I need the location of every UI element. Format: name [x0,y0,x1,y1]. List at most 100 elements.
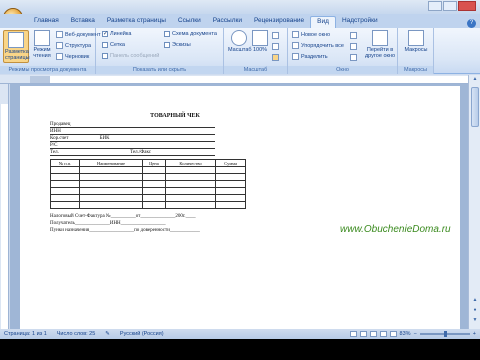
tab-view[interactable]: Вид [310,16,336,28]
ribbon-tabs: Главная Вставка Разметка страницы Ссылки… [0,14,480,28]
switch-windows-button[interactable]: Перейти в другое окно [364,30,396,59]
vertical-ruler[interactable] [0,84,9,329]
status-right: 83% − + [349,331,480,337]
side-by-side-icon[interactable] [350,32,357,39]
reading-mode-button[interactable]: Режим чтения [31,30,53,59]
arrange-all-button[interactable]: Упорядочить все [292,42,344,49]
draft-icon [56,53,63,60]
prev-page-icon[interactable]: ▲ [470,297,480,305]
new-window-button[interactable]: Новое окно [292,31,330,38]
table-header: Количество [164,159,217,167]
table-row[interactable] [49,194,246,202]
page-layout-icon [8,32,24,48]
zoom-slider[interactable] [419,331,470,337]
switch-windows-label: Перейти в другое окно [364,47,396,59]
help-icon[interactable]: ? [467,19,476,28]
zoom-in-icon[interactable]: + [473,331,476,337]
draft-button[interactable]: Черновик [56,53,89,60]
scroll-thumb[interactable] [471,87,479,127]
status-word-count[interactable]: Число слов: 25 [57,331,96,337]
doc-map-checkbox[interactable]: Схема документа [164,31,217,37]
macros-icon [408,30,424,46]
close-button[interactable] [458,1,476,11]
arrange-all-label: Упорядочить все [301,42,344,49]
table-row[interactable] [49,166,246,174]
arrange-all-icon [292,42,299,49]
view-reading-icon[interactable] [359,331,367,337]
zoom-label: Масштаб [228,47,252,53]
thumbnails-checkbox[interactable]: Эскизы [164,42,191,48]
status-language[interactable]: Русский (Россия) [120,331,164,337]
tab-home[interactable]: Главная [28,16,65,28]
table-row[interactable] [49,173,246,181]
window-controls [428,1,476,11]
grid-checkbox[interactable]: Сетка [102,42,125,48]
zoom-level[interactable]: 83% [400,331,411,337]
tab-page-layout[interactable]: Разметка страницы [101,16,172,28]
group-label-window: Окно [288,66,397,74]
footer-invoice-label: Налоговый Счет-Фактура № [50,214,111,219]
footer-year-label: 200 [175,214,183,219]
word-window: Главная Вставка Разметка страницы Ссылки… [0,0,480,360]
field-rs: Р/С [50,142,215,149]
vertical-scrollbar[interactable]: ▲ ▲ ● ▼ [468,75,480,329]
message-bar-checkbox[interactable]: Панель сообщений [102,53,159,59]
footer-destination-line: Пунки назначения__________________по дов… [50,228,200,233]
field-phone: Тел. Тел./Факс [50,149,215,156]
maximize-button[interactable] [443,1,457,11]
footer-from-label: от [135,214,141,219]
field-inn-label: ИНН [50,129,61,134]
macros-label: Макросы [404,47,428,53]
tab-addins[interactable]: Надстройки [336,16,384,28]
document-page[interactable]: ТОВАРНЫЙ ЧЕК Продавец ИНН Кор.счет БИК Р… [20,86,460,329]
two-pages-icon[interactable] [272,43,279,50]
table-row[interactable] [49,180,246,188]
group-label-macros: Макросы [398,66,433,74]
group-window: Новое окно Упорядочить все Разделить Пер… [288,28,398,74]
zoom-100-button[interactable]: 100% [252,30,268,53]
doc-map-label: Схема документа [172,31,217,37]
group-label-doc-views: Режимы просмотра документа [0,66,95,74]
scroll-up-icon[interactable]: ▲ [470,76,480,84]
tab-references[interactable]: Ссылки [172,16,207,28]
table-row[interactable] [49,187,246,195]
view-web-icon[interactable] [369,331,377,337]
group-label-zoom: Масштаб [224,66,287,74]
sync-scroll-icon[interactable] [350,43,357,50]
status-page-count[interactable]: Страница: 1 из 1 [4,331,47,337]
message-bar-check-icon [102,53,108,59]
table-header: № п.п. [49,159,81,167]
zoom-button[interactable]: Масштаб [228,30,252,53]
field-rs-label: Р/С [50,143,58,148]
horizontal-ruler[interactable] [0,75,468,84]
table-row[interactable] [49,201,246,209]
table-header: Наименование [79,159,143,167]
grid-label: Сетка [110,42,125,48]
tab-review[interactable]: Рецензирование [248,16,310,28]
structure-button[interactable]: Структура [56,42,91,49]
site-watermark: www.ObuchenieDoma.ru [340,224,451,235]
reset-position-icon[interactable] [350,54,357,61]
one-page-icon[interactable] [272,32,279,39]
spellcheck-icon[interactable]: ✎ [105,331,110,337]
tab-insert[interactable]: Вставка [65,16,101,28]
browse-object-icon[interactable]: ● [470,307,480,315]
tab-mailings[interactable]: Рассылки [207,16,248,28]
footer-inn-label: ИНН [109,221,121,226]
ruler-checkbox[interactable]: Линейка [102,31,131,37]
view-print-layout-icon[interactable] [349,331,357,337]
minimize-button[interactable] [428,1,442,11]
next-page-icon[interactable]: ▼ [470,317,480,325]
macros-button[interactable]: Макросы [404,30,428,53]
view-outline-icon[interactable] [379,331,387,337]
page-layout-button[interactable]: Разметка страницы [3,30,30,63]
magnifier-icon [231,30,247,46]
page-width-icon[interactable] [272,54,279,61]
web-document-button[interactable]: Веб-документ [56,31,100,38]
zoom-out-icon[interactable]: − [414,331,417,337]
ribbon: Разметка страницы Режим чтения Веб-докум… [0,28,480,74]
grid-check-icon [102,42,108,48]
split-button[interactable]: Разделить [292,53,328,60]
view-draft-icon[interactable] [389,331,397,337]
table-header: Сумма [215,159,246,167]
